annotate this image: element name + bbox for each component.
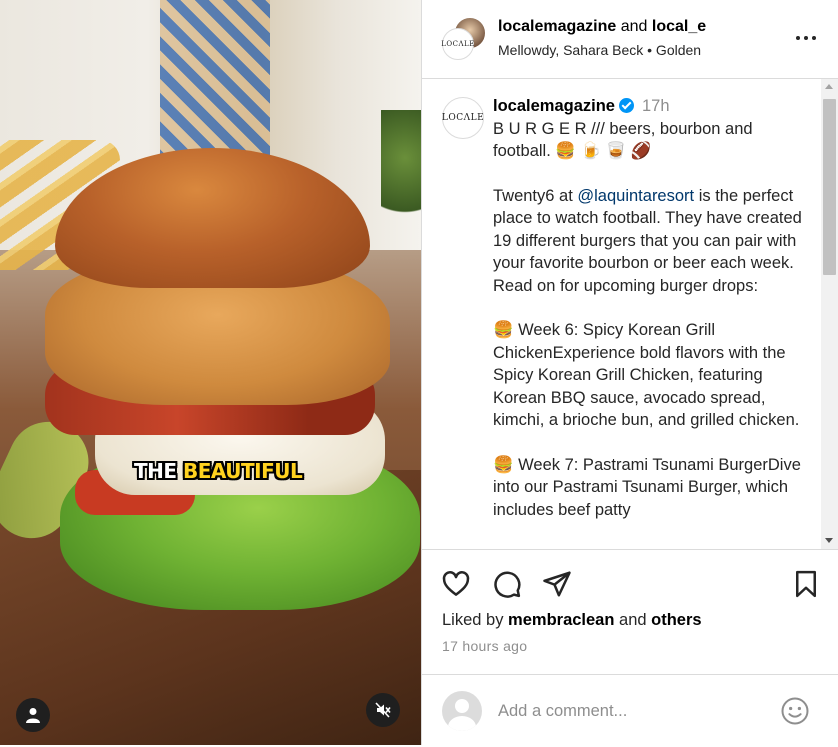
collab-avatar-logo: LOCΛLE [441,28,474,60]
actions-section: Liked by membraclean and others 17 hours… [422,549,838,746]
caption-body: localemagazine 17h B U R G E R /// beers,… [493,95,813,543]
scroll-up-arrow-icon[interactable] [825,84,833,89]
video-caption: THE BEAUTIFUL [134,459,303,483]
tagged-users-button[interactable] [16,698,50,732]
verified-badge-icon [618,98,634,113]
liked-mid: and [614,611,652,629]
caption-area[interactable]: LOCΛLE localemagazine 17h B U R G E R ///… [422,79,838,549]
liked-prefix: Liked by [442,611,509,629]
scroll-down-arrow-icon[interactable] [825,538,833,543]
heart-icon[interactable] [441,569,471,599]
user-icon [26,708,40,723]
current-user-avatar [442,691,482,731]
author-avatar[interactable]: LOCΛLE [442,97,484,139]
share-icon[interactable] [542,569,572,599]
mention-link[interactable]: @laquintaresort [577,187,694,205]
scrollbar-thumb[interactable] [823,99,836,275]
avatar-head [455,699,469,713]
caption-first-para: localemagazine 17h B U R G E R /// beers,… [493,95,813,163]
caption-white-text: THE [134,459,184,483]
collab-avatars[interactable]: LOCΛLE [441,16,487,60]
user2-link[interactable]: local_e [652,18,706,35]
liked-others-link[interactable]: others [651,611,701,629]
post-timestamp[interactable]: 17 hours ago [442,638,527,654]
liked-user-link[interactable]: membraclean [508,611,614,629]
speaker-muted-icon [375,702,391,718]
post-header: LOCΛLE localemagazine and local_e Mellow… [422,0,838,79]
para2-text-before: Twenty6 at [493,186,578,205]
caption-scrollbar[interactable] [821,79,838,549]
emoji-icon[interactable] [780,696,810,726]
more-options-button[interactable] [794,28,818,48]
post-media[interactable]: THE BEAUTIFUL [0,0,421,745]
bookmark-icon[interactable] [791,569,821,599]
post-time[interactable]: 17h [642,97,670,115]
avatar-body [448,716,476,731]
author-username[interactable]: localemagazine [493,97,615,115]
caption-para2: Twenty6 at @laquintaresort is the perfec… [493,185,813,298]
comment-input[interactable] [498,699,768,723]
caption-highlight-text: BEAUTIFUL [183,459,303,483]
add-comment-row [422,674,838,747]
caption-week6: 🍔 Week 6: Spicy Korean Grill ChickenExpe… [493,321,800,429]
comment-icon[interactable] [492,569,522,599]
background-plant [381,110,421,230]
mute-button[interactable] [366,693,400,727]
joiner-text: and [616,18,652,35]
likes-summary: Liked by membraclean and others [442,611,702,630]
more-icon [796,36,816,40]
caption-week7: 🍔 Week 7: Pastrami Tsunami BurgerDive in… [493,455,801,519]
audio-subtitle[interactable]: Mellowdy, Sahara Beck • Golden [498,42,701,58]
collab-usernames: localemagazine and local_e [498,18,706,36]
user1-link[interactable]: localemagazine [498,18,616,35]
caption-line1: B U R G E R /// beers, bourbon and footb… [493,119,753,161]
post-details-panel: LOCΛLE localemagazine and local_e Mellow… [421,0,838,745]
